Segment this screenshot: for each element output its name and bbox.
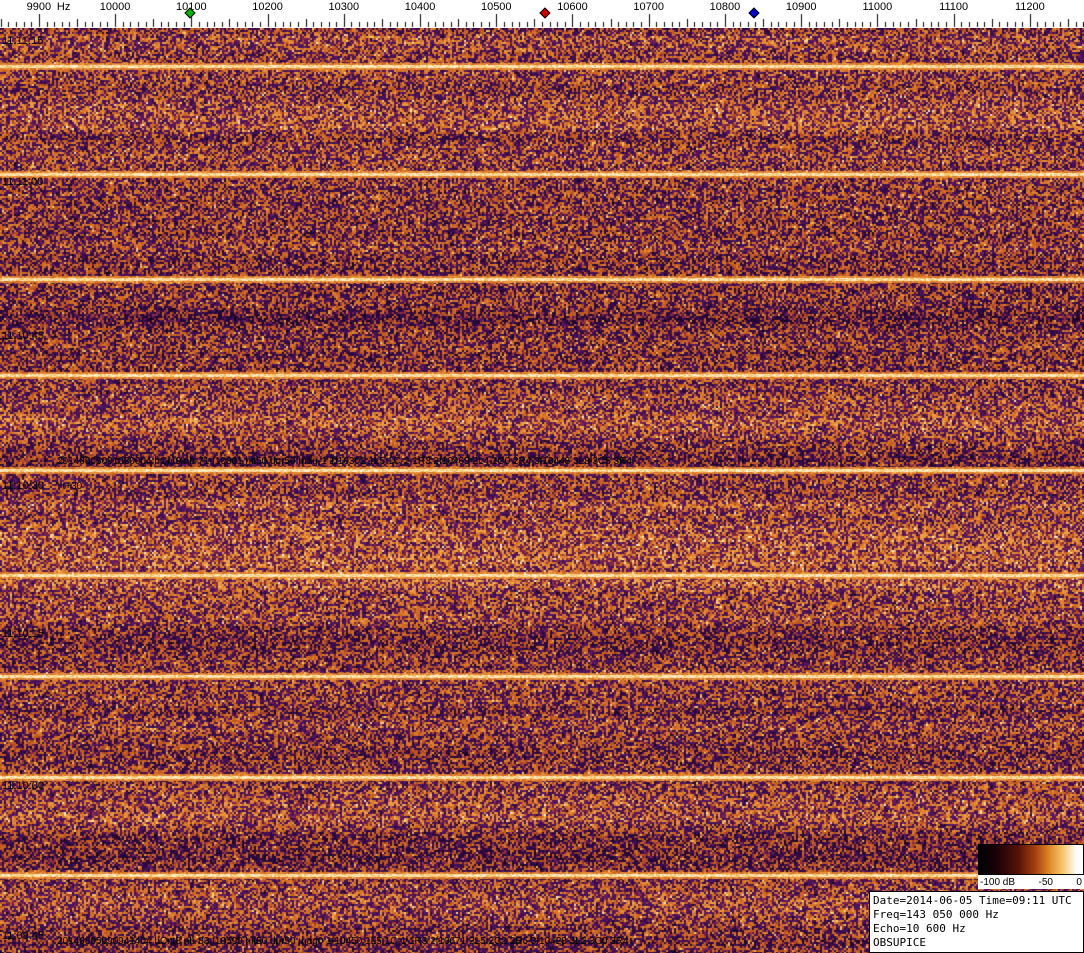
freq-tick-label: 10600 — [557, 1, 588, 13]
time-label: 11:10:30 — [2, 480, 45, 492]
db-gradient — [978, 844, 1084, 875]
spectrogram-canvas — [0, 28, 1084, 953]
time-label: 11:10:45 — [2, 330, 45, 342]
freq-tick-label: 11200 — [1014, 1, 1045, 13]
time-label: 11:11:15 — [2, 35, 44, 47]
freq-unit-label: Hz — [56, 1, 71, 13]
db-mid-label: -50 — [1038, 876, 1053, 888]
db-gradient-labels: -100 dB -50 0 — [978, 875, 1084, 889]
db-max-label: 0 — [1076, 876, 1082, 888]
freq-tick-label: 10700 — [633, 1, 665, 13]
observation-info-box: Date=2014-06-05 Time=09:11 UTC Freq=143 … — [869, 891, 1084, 953]
time-label: 11:10:00 — [2, 780, 45, 792]
freq-tick-label: 10000 — [99, 1, 131, 13]
freq-tick-label: 10500 — [480, 1, 512, 13]
freq-tick-label: 10800 — [709, 1, 741, 13]
info-echo-offset: Echo=10 600 Hz — [873, 922, 966, 935]
time-label: 11:09:45 — [2, 930, 45, 942]
db-min-label: -100 dB — [980, 876, 1016, 888]
freq-tick-label: 10300 — [328, 1, 360, 13]
freq-tick-label: 10200 — [252, 1, 283, 13]
freq-tick-label: 10400 — [404, 1, 436, 13]
frequency-ruler: 9900 10000 10100 10200 10300 10400 10500 10600 1… — [0, 0, 1084, 28]
db-scale-legend: -100 dB -50 0 — [978, 844, 1084, 889]
freq-tick-label: 11100 — [939, 1, 969, 13]
info-date-time: Date=2014-06-05 Time=09:11 UTC — [873, 894, 1072, 907]
time-label: 11:11:00 — [2, 176, 44, 188]
info-frequency: Freq=143 050 000 Hz — [873, 908, 999, 921]
spectrogram-area: -100 dB -50 0 Date=2014-06-05 Time=09:11… — [0, 28, 1084, 953]
info-station-name: OBSUPICE — [873, 936, 926, 949]
detection-annotation: 20140605091030004 hCnt9 nb-71 f10301 hit… — [57, 456, 632, 467]
freq-tick-label: 9900 — [26, 1, 52, 13]
freq-tick-label: 11000 — [862, 1, 893, 13]
time-label: 11:10:15 — [2, 628, 45, 640]
detection-annotation: 20140605090941404 hCnt8 nb-83 f10590 hit… — [57, 936, 629, 947]
detection-annotation: ^ t+30 — [55, 481, 83, 492]
freq-tick-label: 10900 — [785, 1, 817, 13]
